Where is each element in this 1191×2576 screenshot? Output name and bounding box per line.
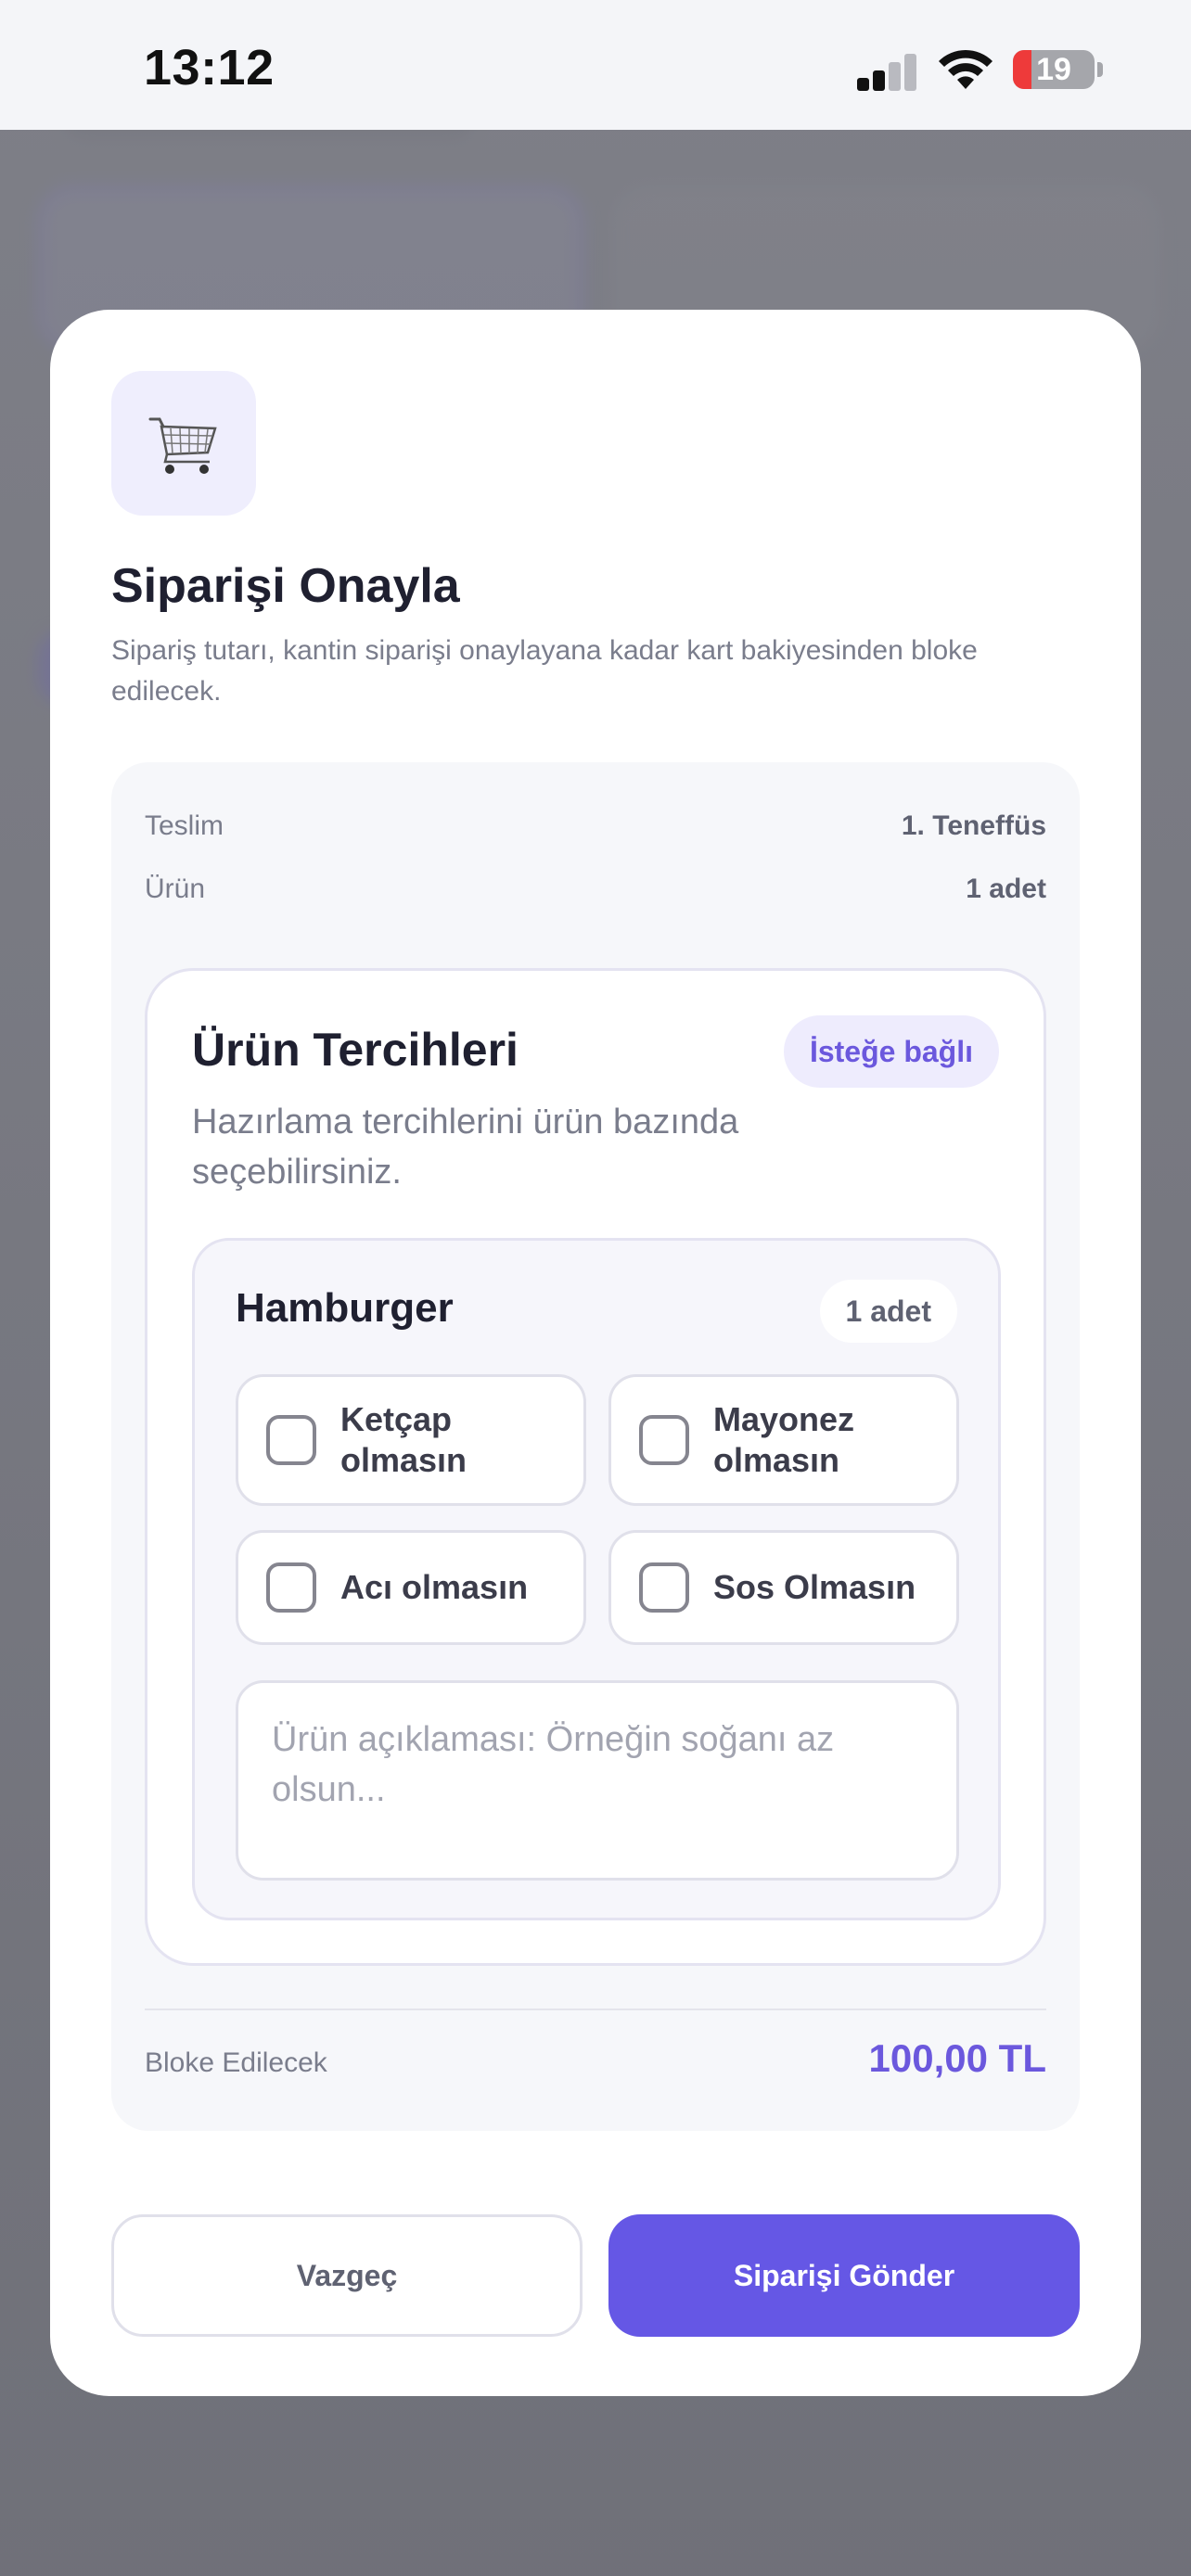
checkbox[interactable] bbox=[639, 1562, 689, 1613]
checkbox[interactable] bbox=[639, 1415, 689, 1465]
product-label: Ürün bbox=[145, 874, 206, 904]
shopping-cart-icon bbox=[148, 417, 217, 474]
cancel-button[interactable]: Vazgeç bbox=[111, 2214, 583, 2337]
product-count-row: Ürün 1 adet bbox=[145, 874, 1046, 905]
option-mayonnaise[interactable]: Mayonez olmasın bbox=[608, 1374, 959, 1506]
product-quantity-pill: 1 adet bbox=[819, 1280, 957, 1343]
battery-level: 19 bbox=[1036, 52, 1071, 87]
delivery-value: 1. Teneffüs bbox=[901, 810, 1046, 841]
submit-order-button[interactable]: Siparişi Gönder bbox=[608, 2214, 1080, 2337]
option-spicy[interactable]: Acı olmasın bbox=[236, 1530, 586, 1645]
product-count-value: 1 adet bbox=[966, 874, 1046, 904]
option-sauce[interactable]: Sos Olmasın bbox=[608, 1530, 959, 1645]
blocked-amount-label: Bloke Edilecek bbox=[145, 2047, 327, 2078]
checkbox[interactable] bbox=[266, 1562, 316, 1613]
checkbox[interactable] bbox=[266, 1415, 316, 1465]
dialog-title: Siparişi Onayla bbox=[111, 559, 460, 613]
option-ketchup[interactable]: Ketçap olmasın bbox=[236, 1374, 586, 1506]
confirm-order-dialog: Siparişi Onayla Sipariş tutarı, kantin s… bbox=[50, 310, 1141, 2396]
status-bar: 13:12 19 bbox=[0, 0, 1191, 130]
battery-icon: 19 bbox=[1013, 50, 1095, 89]
cellular-signal-icon bbox=[857, 54, 918, 91]
delivery-row: Teslim 1. Teneffüs bbox=[145, 810, 1046, 842]
blocked-amount-value: 100,00 TL bbox=[868, 2036, 1046, 2080]
product-name: Hamburger bbox=[236, 1285, 454, 1331]
option-label: Ketçap olmasın bbox=[340, 1400, 467, 1479]
delivery-label: Teslim bbox=[145, 810, 224, 841]
option-label: Sos Olmasın bbox=[713, 1568, 916, 1606]
option-label: Acı olmasın bbox=[340, 1568, 529, 1606]
preferences-description: Hazırlama tercihlerini ürün bazında seçe… bbox=[192, 1103, 739, 1192]
product-preferences-card: Ürün Tercihleri İsteğe bağlı Hazırlama t… bbox=[145, 968, 1046, 1966]
divider bbox=[145, 2009, 1046, 2010]
status-time: 13:12 bbox=[144, 40, 275, 96]
order-summary: Teslim 1. Teneffüs Ürün 1 adet Ürün Terc… bbox=[111, 762, 1080, 2131]
battery-tip bbox=[1097, 62, 1103, 77]
dialog-subtitle: Sipariş tutarı, kantin siparişi onaylaya… bbox=[111, 635, 978, 707]
cart-icon-container bbox=[111, 371, 256, 516]
optional-badge: İsteğe bağlı bbox=[783, 1015, 999, 1088]
wifi-icon bbox=[939, 49, 992, 89]
product-preference-block: Hamburger 1 adet Ketçap olmasın Mayonez … bbox=[192, 1238, 1001, 1920]
product-note-input[interactable]: Ürün açıklaması: Örneğin soğanı az olsun… bbox=[236, 1680, 959, 1881]
preferences-title: Ürün Tercihleri bbox=[192, 1024, 519, 1076]
option-label: Mayonez olmasın bbox=[713, 1400, 855, 1479]
